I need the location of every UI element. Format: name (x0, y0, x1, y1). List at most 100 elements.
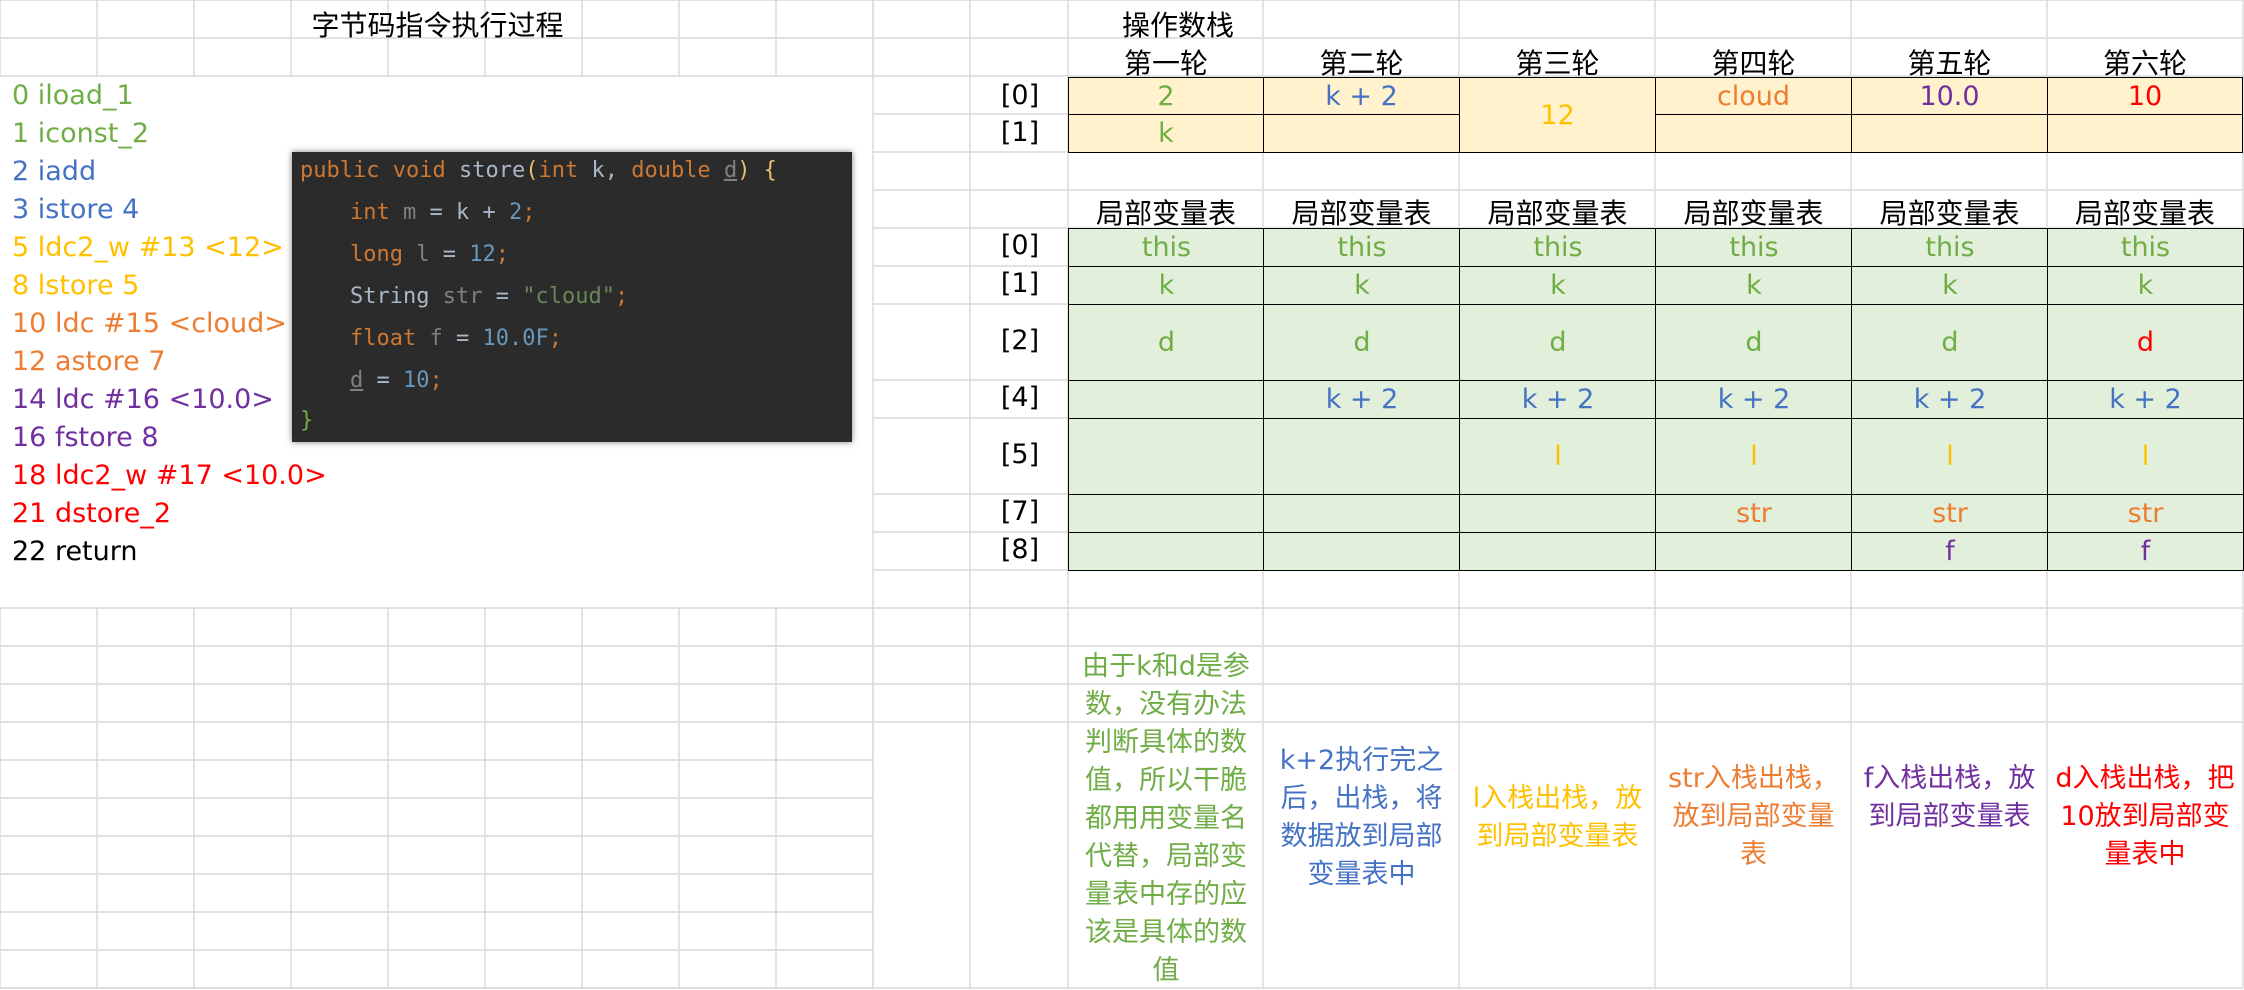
lvt-cell: d (1655, 304, 1853, 381)
lvt-cell: this (1068, 228, 1265, 267)
code-token: float (350, 326, 417, 351)
lvt-index: [8] (1000, 534, 1040, 565)
bytecode-line: 18 ldc2_w #17 <10.0> (12, 460, 327, 491)
round-header: 第五轮 (1907, 47, 1992, 80)
lvt-cell: str (1655, 494, 1853, 533)
lvt-cell-empty (1655, 532, 1853, 571)
code-token: int (350, 200, 390, 225)
stack-cell: k (1068, 114, 1264, 153)
bytecode-line: 10 ldc #15 <cloud> (12, 308, 287, 339)
lvt-header: 局部变量表 (1095, 197, 1236, 230)
lvt-cell: str (1851, 494, 2049, 533)
code-token: public (300, 158, 380, 183)
lvt-cell: k + 2 (1851, 380, 2049, 419)
lvt-cell: str (2047, 494, 2244, 533)
code-token: d (350, 368, 364, 393)
lvt-header: 局部变量表 (1683, 197, 1824, 230)
lvt-cell-empty (1068, 380, 1265, 419)
lvt-index: [4] (1000, 382, 1040, 413)
code-token: store (458, 158, 526, 183)
lvt-cell: d (1068, 304, 1265, 381)
lvt-cell: f (1851, 532, 2049, 571)
lvt-cell: l (2047, 418, 2244, 495)
lvt-cell: k (1068, 266, 1265, 305)
bytecode-line: 14 ldc #16 <10.0> (12, 384, 274, 415)
stack-cell: 10 (2047, 77, 2243, 115)
lvt-cell: k (1263, 266, 1461, 305)
operand-stack-title: 操作数栈 (1121, 9, 1234, 42)
lvt-cell: k (2047, 266, 2244, 305)
lvt-index: [0] (1000, 230, 1040, 261)
stack-index: [1] (1000, 117, 1040, 148)
lvt-cell: this (1655, 228, 1853, 267)
lvt-index: [5] (1000, 439, 1040, 470)
lvt-cell: k + 2 (2047, 380, 2244, 419)
bytecode-line: 5 ldc2_w #13 <12> (12, 232, 284, 263)
code-token: ; (548, 326, 562, 351)
lvt-header: 局部变量表 (1291, 197, 1432, 230)
bytecode-line: 16 fstore 8 (12, 422, 159, 453)
lvt-cell-empty (1263, 418, 1461, 495)
code-token: void (392, 158, 446, 183)
round-header: 第二轮 (1319, 47, 1404, 80)
lvt-cell: k (1851, 266, 2049, 305)
round-header: 第四轮 (1711, 47, 1796, 80)
code-token: l (416, 242, 430, 267)
code-token: 10.0F (482, 326, 549, 351)
note-text: f入栈出栈，放到局部变量表 (1863, 763, 2036, 832)
lvt-header: 局部变量表 (1879, 197, 2020, 230)
lvt-cell: this (1263, 228, 1461, 267)
code-token: ; (522, 200, 536, 225)
stack-cell-empty (1655, 114, 1852, 153)
lvt-index: [7] (1000, 496, 1040, 527)
lvt-cell: l (1459, 418, 1657, 495)
code-token: ( (525, 158, 539, 183)
code-token: "cloud" (522, 284, 615, 309)
stack-cell: 2 (1068, 77, 1264, 115)
bytecode-line: 22 return (12, 536, 138, 567)
bytecode-line: 3 istore 4 (12, 194, 140, 225)
note-text: d入栈出栈，把10放到局部变量表中 (2055, 763, 2235, 870)
lvt-index: [2] (1000, 325, 1040, 356)
code-token: = (495, 284, 509, 309)
lvt-cell: d (1263, 304, 1461, 381)
note-text: str入栈出栈，放到局部变量表 (1668, 763, 1839, 870)
lvt-cell: f (2047, 532, 2244, 571)
note-text: l入栈出栈，放到局部变量表 (1472, 783, 1643, 852)
lvt-cell: this (2047, 228, 2244, 267)
code-token: long (350, 242, 403, 267)
lvt-cell: k (1655, 266, 1853, 305)
note-text: 由于k和d是参数，没有办法判断具体的数值，所以干脆都用用变量名代替，局部变量表中… (1082, 651, 1250, 986)
code-token: ; (614, 284, 629, 309)
stack-cell-empty (2047, 114, 2243, 153)
stack-cell-empty (1851, 114, 2048, 153)
round-header: 第三轮 (1515, 47, 1600, 80)
lvt-cell: k + 2 (1459, 380, 1657, 419)
lvt-cell: l (1851, 418, 2049, 495)
bytecode-line: 0 iload_1 (12, 80, 134, 111)
code-token: m (403, 200, 417, 225)
code-token: = (455, 326, 470, 351)
lvt-cell: this (1851, 228, 2049, 267)
bytecode-line: 21 dstore_2 (12, 498, 172, 529)
code-snippet: public void store(int k, double d) { int… (292, 152, 852, 442)
lvt-cell: d (1851, 304, 2049, 381)
bytecode-line: 1 iconst_2 (12, 118, 150, 149)
stack-cell-empty (1263, 114, 1460, 153)
lvt-cell-empty (1068, 494, 1265, 533)
lvt-cell: k (1459, 266, 1657, 305)
lvt-cell: d (2047, 304, 2244, 381)
lvt-cell: l (1655, 418, 1853, 495)
stack-cell: 10.0 (1851, 77, 2048, 115)
code-token: 12 (469, 242, 496, 267)
bytecode-title: 字节码指令执行过程 (311, 9, 564, 42)
lvt-cell-empty (1263, 532, 1461, 571)
code-token: double (631, 158, 711, 183)
code-token: d (723, 158, 738, 183)
lvt-header: 局部变量表 (1487, 197, 1628, 230)
code-token: str (442, 284, 483, 309)
code-token: = (442, 242, 456, 267)
lvt-cell-empty (1263, 494, 1461, 533)
code-token: String (350, 284, 430, 309)
code-token: } (300, 408, 314, 433)
